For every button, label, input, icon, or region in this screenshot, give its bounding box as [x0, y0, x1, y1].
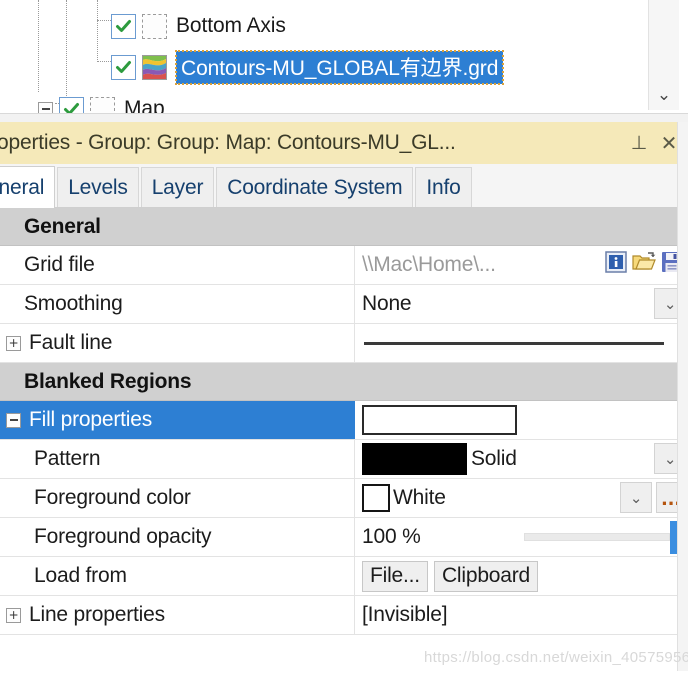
tab-levels[interactable]: Levels — [57, 167, 139, 207]
line-properties-value: [Invisible] — [362, 603, 448, 626]
row-label: Pattern — [0, 440, 355, 478]
row-value-container[interactable]: 100 % — [355, 518, 688, 556]
section-title: Blanked Regions — [24, 369, 192, 393]
checkbox-bottom-axis[interactable] — [111, 13, 136, 39]
section-header-general: General — [0, 208, 688, 246]
tree-inner: Bottom Axis Contours-MU_GLOBAL有边界.grd Ma… — [0, 0, 688, 122]
row-label-container[interactable]: Fill properties — [0, 401, 355, 439]
section-header-blanked-regions: Blanked Regions — [0, 363, 688, 401]
tree-item-label: Bottom Axis — [176, 14, 286, 37]
contour-grid-icon — [142, 54, 167, 80]
row-value-container[interactable]: None ⌄ — [355, 285, 688, 323]
property-grid: General Grid file \\Mac\Home\... Smoothi… — [0, 208, 688, 635]
tab-coordinate-system[interactable]: Coordinate System — [216, 167, 414, 207]
open-folder-icon[interactable] — [632, 250, 656, 274]
grid-file-actions[interactable] — [604, 250, 684, 274]
row-label: Fill properties — [29, 408, 153, 431]
tab-info[interactable]: Info — [415, 167, 472, 207]
row-label: Foreground opacity — [0, 518, 355, 556]
row-label: Grid file — [0, 246, 355, 284]
line-style-preview — [364, 341, 664, 345]
row-line-properties[interactable]: + Line properties [Invisible] — [0, 596, 688, 635]
tree-expander-minus-icon[interactable] — [6, 412, 21, 428]
tree-connector-line — [97, 0, 98, 62]
checkbox-contours-grid[interactable] — [111, 54, 136, 80]
row-value-container[interactable]: \\Mac\Home\... — [355, 246, 688, 284]
row-label: Smoothing — [0, 285, 355, 323]
properties-panel: operties - Group: Group: Map: Contours-M… — [0, 122, 688, 679]
smoothing-value: None — [362, 292, 412, 315]
auto-hide-pin-icon[interactable]: ⊥ — [624, 126, 654, 160]
tree-vertical-scrollbar[interactable]: ⌄ — [648, 0, 679, 110]
tree-expander-plus-icon[interactable]: + — [6, 335, 21, 351]
tree-connector-line — [97, 61, 111, 62]
panel-right-scrollbar[interactable] — [677, 122, 688, 679]
tree-connector-line — [97, 20, 111, 21]
row-label: Load from — [0, 557, 355, 595]
tree-item-bottom-axis[interactable]: Bottom Axis — [111, 7, 286, 45]
row-grid-file[interactable]: Grid file \\Mac\Home\... — [0, 246, 688, 285]
tree-item-label: Contours-MU_GLOBAL有边界.grd — [174, 49, 505, 85]
tab-layer[interactable]: Layer — [140, 167, 215, 207]
tree-item-contours-grid[interactable]: Contours-MU_GLOBAL有边界.grd — [111, 48, 505, 86]
row-load-from[interactable]: Load from File... Clipboard — [0, 557, 688, 596]
row-foreground-color[interactable]: Foreground color White ⌄ ... — [0, 479, 688, 518]
row-pattern[interactable]: Pattern Solid ⌄ — [0, 440, 688, 479]
opacity-slider[interactable] — [524, 518, 684, 556]
info-icon[interactable] — [604, 250, 628, 274]
foreground-color-value: White — [393, 486, 446, 509]
app-root: Bottom Axis Contours-MU_GLOBAL有边界.grd Ma… — [0, 0, 688, 679]
tree-connector-line — [38, 0, 39, 92]
row-label: Fault line — [29, 331, 113, 354]
row-fill-properties[interactable]: Fill properties — [0, 401, 688, 440]
row-value-container[interactable]: White ⌄ ... — [355, 479, 688, 517]
pattern-value: Solid — [471, 447, 517, 470]
panel-bottom-edge — [0, 671, 688, 679]
row-smoothing[interactable]: Smoothing None ⌄ — [0, 285, 688, 324]
row-fault-line[interactable]: + Fault line — [0, 324, 688, 363]
chevron-down-icon[interactable]: ⌄ — [620, 482, 652, 513]
row-value-container[interactable] — [355, 324, 688, 362]
row-foreground-opacity[interactable]: Foreground opacity 100 % — [0, 518, 688, 557]
row-value-container[interactable]: File... Clipboard — [355, 557, 688, 595]
panel-title: operties - Group: Group: Map: Contours-M… — [0, 131, 456, 154]
row-value-container[interactable]: [Invisible] — [355, 596, 688, 634]
grid-file-path: \\Mac\Home\... — [362, 253, 496, 276]
row-label: Line properties — [29, 603, 165, 626]
object-manager-tree[interactable]: Bottom Axis Contours-MU_GLOBAL有边界.grd Ma… — [0, 0, 688, 122]
tab-general[interactable]: eneral — [0, 166, 56, 208]
blank-page-icon — [142, 13, 167, 39]
panel-title-bar[interactable]: operties - Group: Group: Map: Contours-M… — [0, 122, 688, 164]
panel-tabs[interactable]: eneral Levels Layer Coordinate System In… — [0, 164, 688, 208]
tree-expander-plus-icon[interactable]: + — [6, 607, 21, 623]
color-preview-swatch — [362, 484, 390, 512]
slider-track[interactable] — [524, 533, 670, 541]
chevron-down-icon[interactable]: ⌄ — [649, 87, 679, 104]
row-label-container[interactable]: + Fault line — [0, 324, 355, 362]
pattern-preview-swatch — [362, 443, 467, 475]
fill-preview-swatch — [362, 405, 517, 435]
opacity-value: 100 % — [362, 525, 421, 548]
row-value-container[interactable] — [355, 401, 688, 439]
row-label-container[interactable]: + Line properties — [0, 596, 355, 634]
load-from-clipboard-button[interactable]: Clipboard — [433, 560, 539, 592]
row-value-container[interactable]: Solid ⌄ — [355, 440, 688, 478]
load-from-file-button[interactable]: File... — [362, 560, 428, 592]
row-label: Foreground color — [0, 479, 355, 517]
section-title: General — [24, 214, 101, 238]
